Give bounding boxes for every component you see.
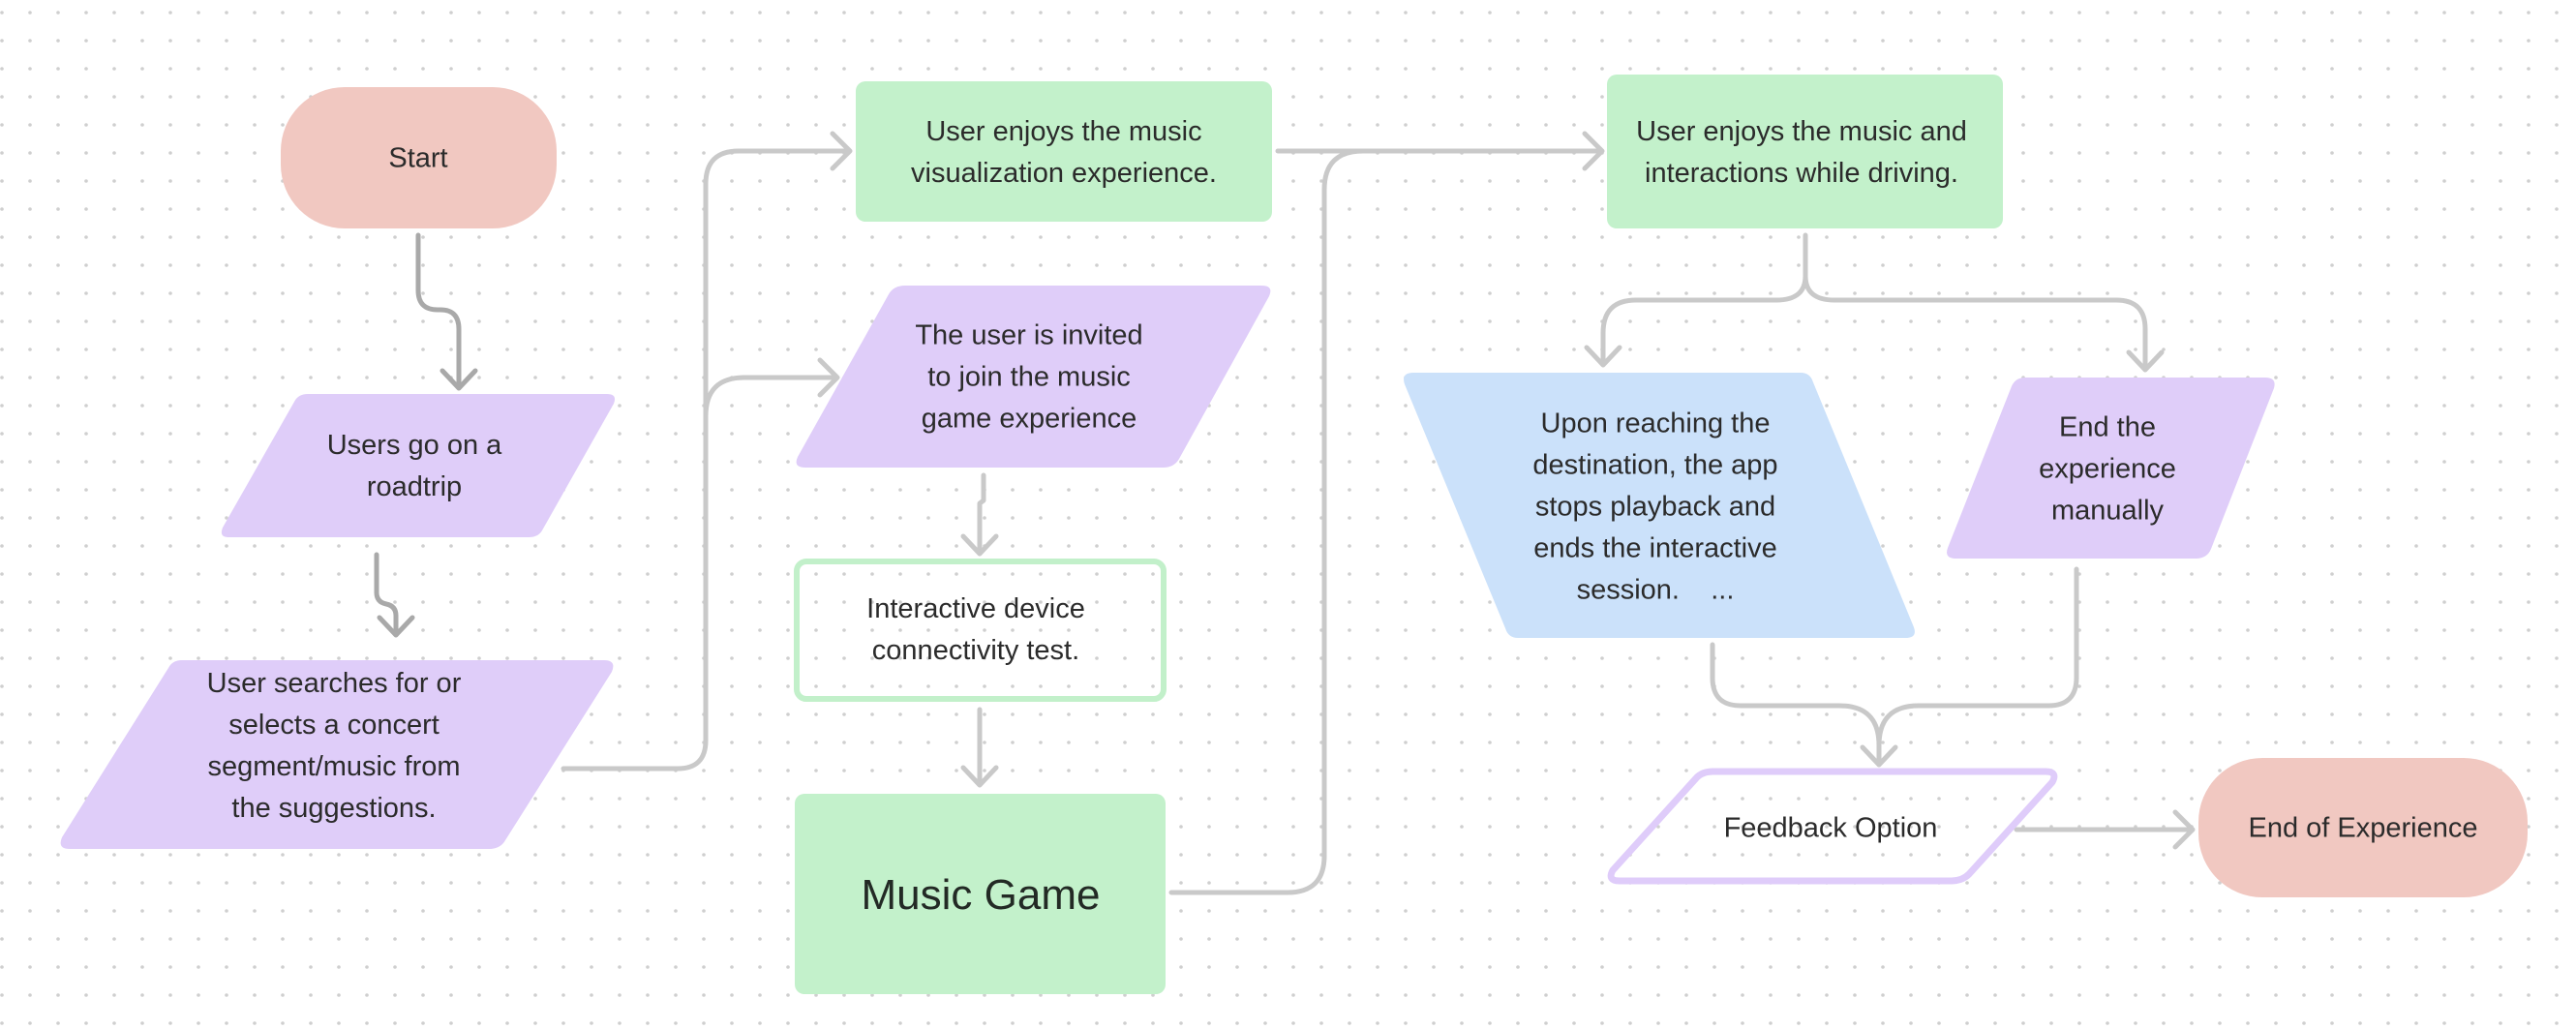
- end-manual-label-line: experience: [2039, 453, 2176, 485]
- destination-label-line: Upon reaching the: [1540, 408, 1771, 439]
- connectivity-label: Interactive device connectivity test.: [866, 589, 1085, 672]
- visualization-label: User enjoys the music visualization expe…: [911, 111, 1217, 195]
- end-label-line: End of Experience: [2248, 812, 2478, 844]
- feedback-label: Feedback Option: [1724, 808, 1938, 850]
- destination-label-line: ends the interactive: [1533, 532, 1777, 564]
- destination-label-line: stops playback and: [1534, 491, 1776, 523]
- connectivity-label-line: Interactive device: [866, 593, 1085, 624]
- destination-label-line: session. ...: [1576, 574, 1735, 606]
- end-manual-label: End the experience manually: [2039, 408, 2176, 532]
- connectivity-label-line: connectivity test.: [871, 635, 1080, 666]
- destination-label-line: destination, the app: [1532, 449, 1778, 481]
- invite-label-line: game experience: [921, 403, 1137, 435]
- search-label-line: segment/music from: [207, 751, 461, 782]
- flowchart-canvas: [0, 0, 2576, 1029]
- destination-label: Upon reaching the destination, the app s…: [1532, 404, 1777, 612]
- roadtrip-label-line: Users go on a: [326, 430, 502, 461]
- driving-label-line: interactions while driving.: [1645, 158, 1958, 189]
- search-label-line: User searches for or: [206, 668, 462, 699]
- end-label: End of Experience: [2249, 808, 2478, 850]
- roadtrip-label: Users go on a roadtrip: [327, 425, 502, 508]
- feedback-label-line: Feedback Option: [1723, 812, 1938, 844]
- visualization-label-line: visualization experience.: [911, 158, 1217, 189]
- visualization-label-line: User enjoys the music: [925, 116, 1202, 147]
- start-label: Start: [388, 138, 447, 180]
- end-manual-label-line: manually: [2050, 495, 2165, 527]
- search-label-line: the suggestions.: [231, 793, 437, 824]
- invite-label-line: to join the music: [927, 361, 1131, 393]
- start-label-line: Start: [388, 142, 448, 174]
- driving-label: User enjoys the music and interactions w…: [1636, 111, 1967, 195]
- music-game-label: Music Game: [862, 871, 1101, 920]
- music-game-label-line: Music Game: [861, 871, 1101, 919]
- driving-label-line: User enjoys the music and: [1636, 116, 1967, 147]
- search-label: User searches for or selects a concert s…: [207, 663, 462, 830]
- search-label-line: selects a concert: [228, 710, 439, 741]
- invite-label: The user is invited to join the music ga…: [915, 316, 1142, 440]
- invite-label-line: The user is invited: [915, 319, 1143, 351]
- end-manual-label-line: End the: [2059, 411, 2156, 443]
- roadtrip-label-line: roadtrip: [366, 471, 463, 502]
